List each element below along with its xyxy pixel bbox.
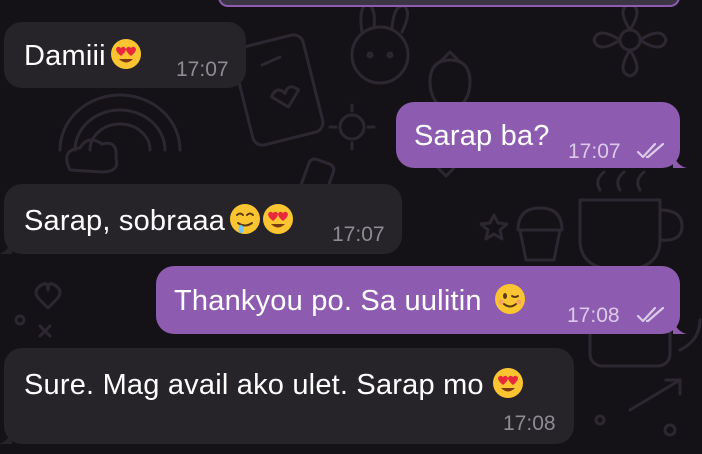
read-double-check-icon [636,306,665,323]
bubble-tail [673,320,687,334]
message-text: Sarap, sobraaa [24,204,294,238]
heart-eyes-emoji [492,368,523,399]
bubble-tail [0,430,12,444]
heart-eyes-emoji [110,39,141,70]
message-text: Sure. Mag avail ako ulet. Sarap mo [24,368,524,402]
chat-area: Damiii 17:07 Sarap ba? 17:07 Sarap, sobr… [0,0,702,454]
drooling-face-emoji [230,204,261,235]
bubble-tail [673,154,687,168]
message-time: 17:07 [568,140,621,163]
heart-eyes-emoji [263,204,294,235]
message-time: 17:08 [567,304,620,327]
message-incoming[interactable]: Sarap, sobraaa 17:07 [0,184,402,254]
message-time: 17:07 [176,58,229,81]
bubble-tail [0,240,12,254]
message-time: 17:07 [332,223,385,246]
message-outgoing[interactable]: Thankyou po. Sa uulitin 17:08 [156,266,687,334]
winking-face-emoji [494,284,525,315]
previous-media-message[interactable] [218,0,680,7]
message-time: 17:08 [503,412,556,435]
read-double-check-icon [636,142,665,159]
message-outgoing[interactable]: Sarap ba? 17:07 [396,102,687,168]
message-text: Sarap ba? [414,120,550,152]
message-text: Damiii [24,39,142,73]
message-incoming[interactable]: Sure. Mag avail ako ulet. Sarap mo 17:08 [0,348,574,444]
message-text: Thankyou po. Sa uulitin [174,284,526,318]
message-incoming[interactable]: Damiii 17:07 [4,22,246,88]
